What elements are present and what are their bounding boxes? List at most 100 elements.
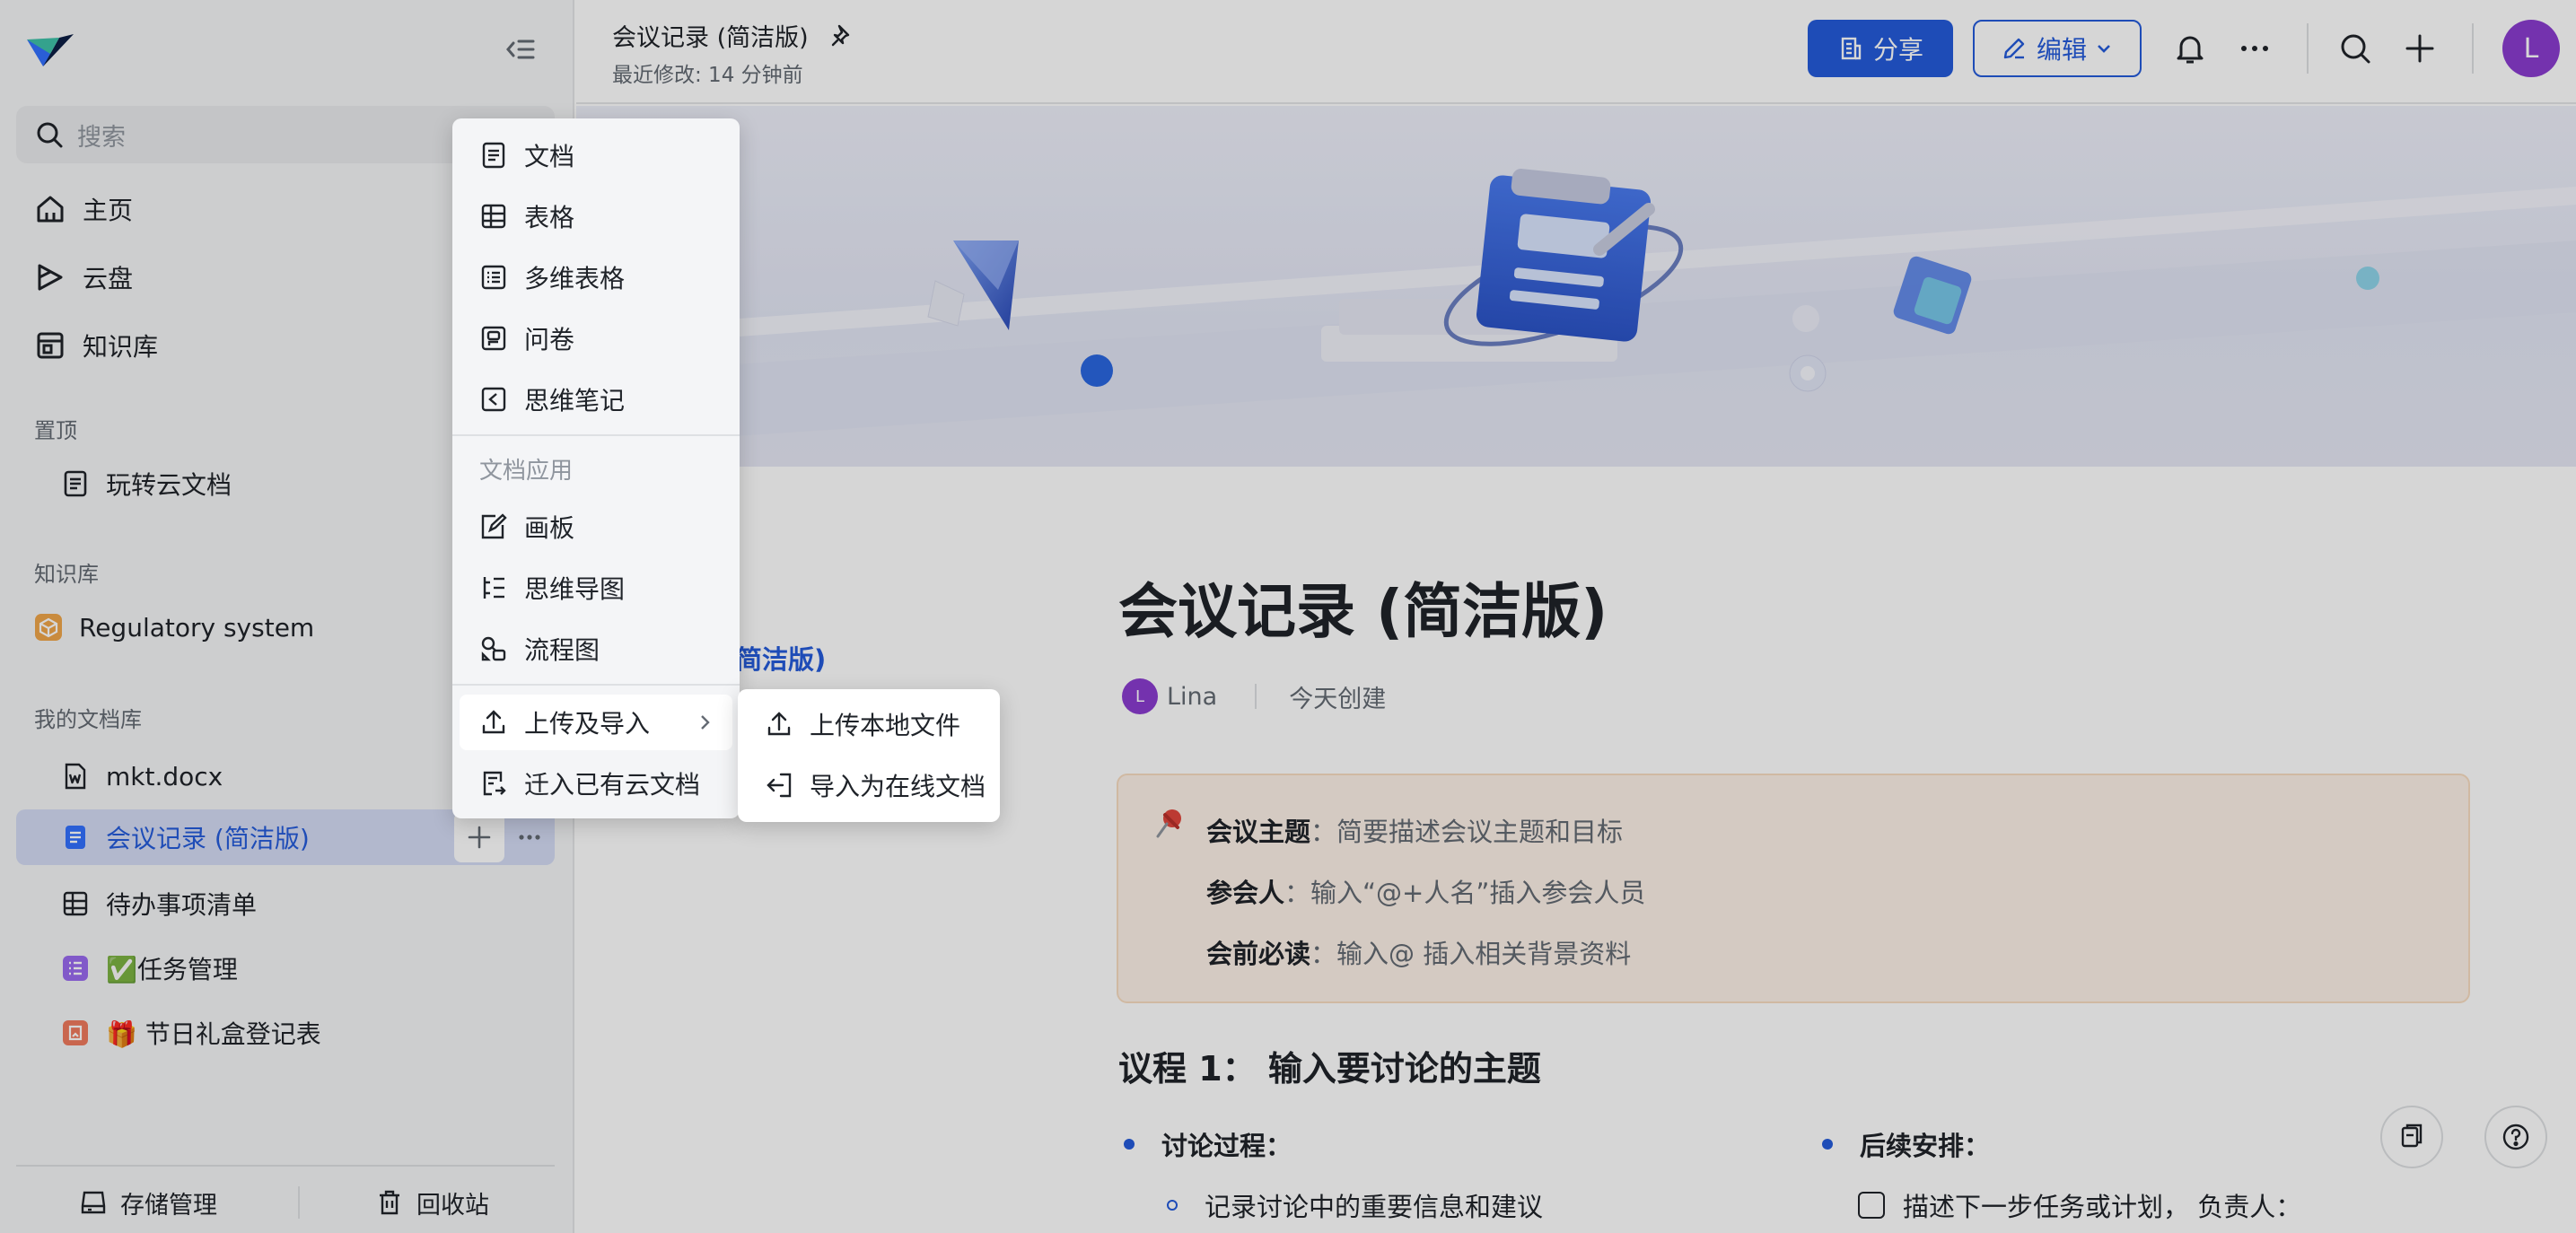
- copy-icon: [2401, 1124, 2423, 1148]
- menu-item-mind-note[interactable]: 思维笔记: [460, 372, 732, 427]
- more-options-button[interactable]: [504, 812, 555, 862]
- document-title[interactable]: 会议记录 (简洁版): [1118, 564, 1608, 650]
- doc-icon: [482, 142, 505, 169]
- add-child-button[interactable]: [454, 812, 504, 862]
- todo-text: 描述下一步任务或计划， 负责人：: [1903, 1192, 2302, 1222]
- topic-text: ：简要描述会议主题和目标: [1310, 817, 1624, 847]
- followup-label: 后续安排：: [1860, 1131, 1991, 1161]
- menu-divider: [452, 434, 740, 436]
- menu-item-label: 文档: [524, 142, 575, 171]
- menu-item-label: 迁入已有云文档: [524, 770, 701, 800]
- share-button[interactable]: 分享: [1808, 20, 1953, 77]
- menu-item-label: 问卷: [524, 325, 575, 354]
- my-docs-section-label: 我的文档库: [34, 707, 142, 732]
- library-item-label: Regulatory system: [79, 612, 315, 643]
- menu-item-survey[interactable]: 问卷: [460, 310, 732, 366]
- doc-item-label: mkt.docx: [106, 761, 223, 791]
- sidebar-footer-divider: [16, 1165, 555, 1167]
- last-modified: 最近修改: 14 分钟前: [612, 64, 803, 87]
- nav-home-label: 主页: [83, 196, 134, 225]
- menu-item-label: 表格: [524, 203, 575, 232]
- followup-todo[interactable]: 描述下一步任务或计划， 负责人：: [1858, 1186, 2301, 1224]
- more-icon[interactable]: [2235, 29, 2274, 68]
- meta-separator: [1255, 684, 1257, 709]
- callout-attendees: 参会人：输入“@+人名”插入参会人员: [1206, 872, 1645, 910]
- meeting-callout[interactable]: 会议主题：简要描述会议主题和目标 参会人：输入“@+人名”插入参会人员 会前必读…: [1117, 774, 2470, 1003]
- trash-label: 回收站: [416, 1191, 489, 1220]
- menu-item-mindmap[interactable]: 思维导图: [460, 560, 732, 616]
- pin-icon[interactable]: [828, 22, 855, 49]
- app-logo[interactable]: [23, 27, 77, 74]
- doc-item-task-management[interactable]: ✅任务管理: [16, 940, 555, 996]
- submenu-item-label: 导入为在线文档: [810, 772, 986, 801]
- menu-item-label: 思维笔记: [524, 386, 626, 415]
- bell-icon[interactable]: [2170, 29, 2210, 68]
- menu-item-label: 思维导图: [524, 574, 626, 604]
- doc-item-label: 🎁 节日礼盒登记表: [106, 1019, 321, 1049]
- sheet-icon: [63, 891, 88, 916]
- word-file-icon: [65, 763, 86, 790]
- author-avatar[interactable]: L: [1122, 678, 1158, 714]
- import-icon: [767, 773, 792, 798]
- copy-floating-button[interactable]: [2380, 1106, 2443, 1168]
- storage-management-button[interactable]: 存储管理: [79, 1177, 217, 1228]
- menu-divider: [452, 684, 740, 686]
- search-icon[interactable]: [2335, 29, 2375, 68]
- prereading-text: ：输入@ 插入相关背景资料: [1310, 939, 1632, 969]
- chevron-down-icon: [2098, 45, 2110, 53]
- user-avatar[interactable]: L: [2502, 20, 2560, 77]
- menu-item-upload-import[interactable]: 上传及导入: [460, 695, 732, 750]
- edit-label: 编辑: [2036, 35, 2087, 65]
- storage-label: 存储管理: [120, 1191, 217, 1220]
- nav-wiki-label: 知识库: [83, 332, 159, 362]
- menu-item-label: 多维表格: [524, 264, 626, 293]
- header-separator: [2472, 23, 2474, 74]
- discussion-item-text: 记录讨论中的重要信息和建议: [1205, 1192, 1544, 1222]
- form-icon: [63, 1020, 88, 1045]
- doc-item-todo[interactable]: 待办事项清单: [16, 876, 555, 931]
- building-icon: [1841, 37, 1862, 60]
- trash-icon: [380, 1190, 399, 1215]
- menu-item-flowchart[interactable]: 流程图: [460, 621, 732, 677]
- header-separator: [2307, 23, 2309, 74]
- submenu-item-upload-local[interactable]: 上传本地文件: [745, 696, 993, 752]
- todo-checkbox[interactable]: [1858, 1192, 1885, 1219]
- sheet-icon: [481, 204, 506, 229]
- trash-button[interactable]: 回收站: [375, 1177, 489, 1228]
- author-meta: L Lina 今天创建: [1122, 678, 1386, 714]
- menu-item-doc[interactable]: 文档: [460, 127, 732, 183]
- doc-header: 会议记录 (简洁版) 最近修改: 14 分钟前 分享 编辑 L: [576, 0, 2576, 104]
- cover-banner[interactable]: [576, 106, 2576, 467]
- menu-item-migrate[interactable]: 迁入已有云文档: [460, 756, 732, 811]
- doc-item-gift-register[interactable]: 🎁 节日礼盒登记表: [16, 1005, 555, 1061]
- help-icon: [2502, 1124, 2529, 1150]
- mindmap-icon: [483, 577, 504, 599]
- wiki-icon: [37, 332, 64, 359]
- header-title: 会议记录 (简洁版): [612, 18, 855, 53]
- collapse-sidebar-icon[interactable]: [501, 31, 539, 68]
- menu-item-label: 画板: [524, 513, 575, 543]
- share-label: 分享: [1872, 35, 1923, 65]
- edit-button[interactable]: 编辑: [1973, 20, 2142, 77]
- doc-icon: [66, 826, 85, 849]
- menu-item-bitable[interactable]: 多维表格: [460, 249, 732, 305]
- menu-item-sheet[interactable]: 表格: [460, 188, 732, 244]
- submenu-item-import-online[interactable]: 导入为在线文档: [745, 757, 993, 813]
- header-title-text: 会议记录 (简洁版): [612, 24, 809, 52]
- cloud-drive-icon: [38, 264, 63, 291]
- pencil-icon: [2003, 38, 2025, 59]
- cover-illustration: [576, 169, 2576, 447]
- discussion-sub-bullet[interactable]: 记录讨论中的重要信息和建议: [1167, 1186, 1543, 1224]
- menu-item-whiteboard[interactable]: 画板: [460, 499, 732, 555]
- followup-bullet[interactable]: 后续安排：: [1822, 1125, 1990, 1163]
- plus-icon: [468, 826, 491, 849]
- outline-link[interactable]: 简洁版): [736, 639, 826, 677]
- footer-separator: [298, 1186, 300, 1219]
- help-floating-button[interactable]: [2484, 1106, 2547, 1168]
- plus-icon[interactable]: [2400, 29, 2440, 68]
- author-name[interactable]: Lina: [1167, 683, 1217, 711]
- agenda-heading[interactable]: 议程 1： 输入要讨论的主题: [1118, 1041, 1541, 1090]
- discussion-bullet[interactable]: 讨论过程：: [1124, 1125, 1292, 1163]
- library-section-label: 知识库: [34, 562, 99, 587]
- nav-cloud-drive-label: 云盘: [83, 264, 134, 293]
